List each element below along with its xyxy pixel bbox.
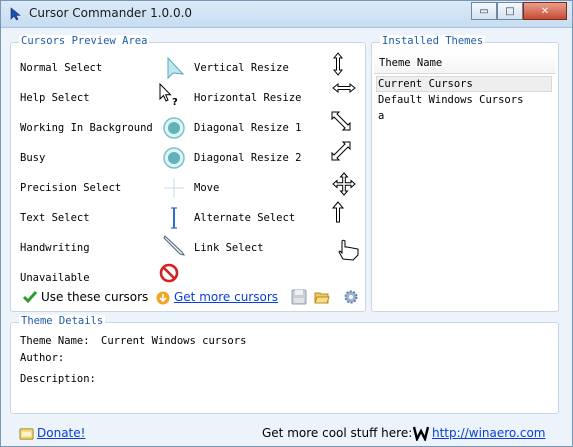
cursor-label-normal-select: Normal Select xyxy=(20,62,103,74)
diagonal-resize-1-cursor-icon xyxy=(331,111,351,131)
status-footer: Donate! Get more cool stuff here: http:/… xyxy=(1,420,572,446)
text-select-cursor-icon xyxy=(171,207,177,229)
theme-name-column-header[interactable]: Theme Name xyxy=(374,53,556,74)
title-bar[interactable]: Cursor Commander 1.0.0.0 ▭ □ ✕ xyxy=(1,1,572,28)
cursor-label-precision-select: Precision Select xyxy=(20,182,122,194)
diagonal-resize-2-cursor-icon xyxy=(331,141,351,161)
theme-item-current-cursors[interactable]: Current Cursors xyxy=(378,78,473,90)
theme-name-header-label: Theme Name xyxy=(379,57,443,69)
minimize-icon: ▭ xyxy=(479,5,489,17)
donate-link[interactable]: Donate! xyxy=(37,426,85,440)
svg-text:?: ? xyxy=(172,97,178,107)
cursor-label-link-select: Link Select xyxy=(194,242,264,254)
maximize-icon: □ xyxy=(505,5,515,17)
installed-themes-panel: Installed Themes Theme Name Current Curs… xyxy=(371,35,559,312)
close-icon: ✕ xyxy=(540,5,550,17)
cursor-label-diagonal-resize-1: Diagonal Resize 1 xyxy=(194,122,302,134)
cursor-label-working-in-background: Working In Background xyxy=(20,122,153,134)
description-label: Description: xyxy=(20,373,96,385)
link-select-cursor-icon xyxy=(338,239,359,261)
cursors-preview-panel: Cursors Preview Area Normal Select Help … xyxy=(10,35,366,312)
checkmark-icon xyxy=(23,291,37,304)
theme-item-default-windows-cursors[interactable]: Default Windows Cursors xyxy=(378,94,523,106)
normal-select-cursor-icon xyxy=(167,56,185,80)
cursor-label-help-select: Help Select xyxy=(20,92,90,104)
save-icon[interactable] xyxy=(291,289,307,305)
cursor-label-unavailable: Unavailable xyxy=(20,272,90,284)
download-icon xyxy=(156,291,170,305)
cursor-label-vertical-resize: Vertical Resize xyxy=(194,62,289,74)
cursor-label-text-select: Text Select xyxy=(20,212,90,224)
theme-item-a[interactable]: a xyxy=(378,110,384,122)
donate-icon xyxy=(19,428,34,440)
installed-themes-legend: Installed Themes xyxy=(380,35,486,47)
vertical-resize-cursor-icon xyxy=(332,52,344,76)
get-more-cursors-link[interactable]: Get more cursors xyxy=(174,290,278,304)
move-cursor-icon xyxy=(332,172,356,196)
cursor-label-diagonal-resize-2: Diagonal Resize 2 xyxy=(194,152,302,164)
app-window: Cursor Commander 1.0.0.0 ▭ □ ✕ Cursors P… xyxy=(0,0,573,447)
gear-icon[interactable] xyxy=(343,289,359,305)
maximize-button[interactable]: □ xyxy=(497,2,523,20)
theme-details-panel: Theme Details Theme Name: Current Window… xyxy=(10,315,559,414)
unavailable-cursor-icon xyxy=(159,263,179,283)
minimize-button[interactable]: ▭ xyxy=(471,2,497,20)
theme-details-legend: Theme Details xyxy=(19,315,106,327)
cursor-label-busy: Busy xyxy=(20,152,46,164)
promo-text: Get more cool stuff here: xyxy=(262,426,413,440)
busy-cursor-icon xyxy=(163,147,185,169)
cursor-label-horizontal-resize: Horizontal Resize xyxy=(194,92,302,104)
theme-name-label: Theme Name: xyxy=(20,335,90,347)
handwriting-cursor-icon xyxy=(163,235,186,256)
cursor-label-move: Move xyxy=(194,182,220,194)
winaero-link[interactable]: http://winaero.com xyxy=(432,426,546,440)
help-select-cursor-icon: ? xyxy=(159,83,178,107)
working-in-background-cursor-icon xyxy=(163,117,185,139)
cursor-app-icon xyxy=(10,7,21,21)
horizontal-resize-cursor-icon xyxy=(332,82,356,94)
use-these-cursors-button[interactable]: Use these cursors xyxy=(41,290,148,304)
precision-select-cursor-icon xyxy=(164,178,184,198)
theme-name-value: Current Windows cursors xyxy=(101,335,247,347)
cursor-label-handwriting: Handwriting xyxy=(20,242,90,254)
window-controls: ▭ □ ✕ xyxy=(471,2,567,20)
author-label: Author: xyxy=(20,352,65,364)
winaero-logo-icon xyxy=(413,426,429,441)
open-folder-icon[interactable] xyxy=(314,289,330,305)
close-button[interactable]: ✕ xyxy=(523,2,567,20)
cursors-preview-legend: Cursors Preview Area xyxy=(19,35,150,47)
alternate-select-cursor-icon xyxy=(331,201,345,223)
window-title: Cursor Commander 1.0.0.0 xyxy=(29,6,193,20)
cursor-label-alternate-select: Alternate Select xyxy=(194,212,296,224)
